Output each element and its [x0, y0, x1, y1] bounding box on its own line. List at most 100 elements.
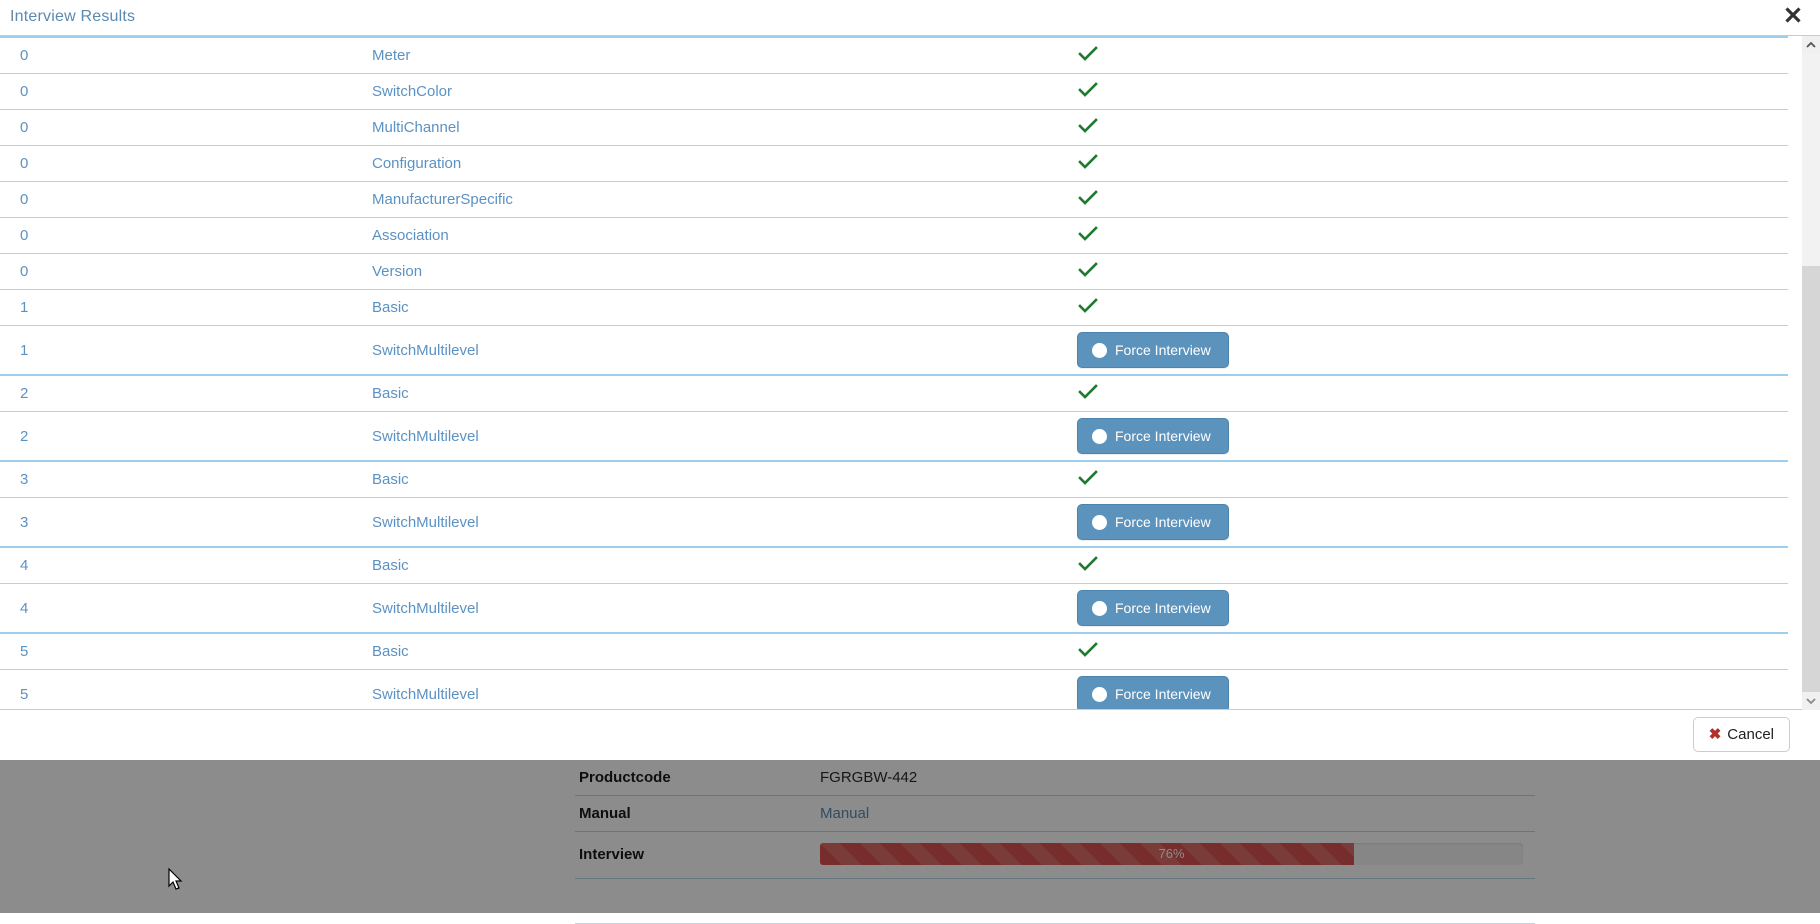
green-check-icon: [1078, 261, 1098, 282]
status-cell: [1077, 633, 1788, 670]
force-interview-button[interactable]: Force Interview: [1077, 504, 1229, 540]
green-check-icon: [1078, 297, 1098, 318]
force-interview-button-label: Force Interview: [1115, 514, 1211, 530]
status-cell: [1077, 547, 1788, 584]
table-row: 0 MultiChannel: [0, 109, 1788, 146]
green-check-icon: [1078, 153, 1098, 174]
commandclass-cell: Meter: [372, 37, 1077, 74]
force-interview-button[interactable]: Force Interview: [1077, 418, 1229, 454]
endpoint-cell: 0: [0, 217, 372, 254]
spinner-circle-icon: [1092, 342, 1107, 358]
status-cell: Force Interview: [1077, 325, 1788, 376]
table-row: 2 SwitchMultilevel Force Interview: [0, 411, 1788, 462]
commandclass-cell: Basic: [372, 375, 1077, 412]
status-cell: Force Interview: [1077, 669, 1788, 709]
status-cell: [1077, 109, 1788, 146]
status-cell: [1077, 289, 1788, 326]
chevron-up-icon[interactable]: [1802, 36, 1820, 54]
page-title: Interview Results: [10, 8, 136, 25]
table-row: 0 SwitchColor: [0, 73, 1788, 110]
endpoint-cell: 4: [0, 547, 372, 584]
endpoint-cell: 3: [0, 497, 372, 548]
endpoint-cell: 1: [0, 289, 372, 326]
spinner-circle-icon: [1092, 600, 1107, 616]
commandclass-cell: Version: [372, 253, 1077, 290]
table-row: 0 Meter: [0, 37, 1788, 74]
status-cell: [1077, 217, 1788, 254]
interview-results-table: 0 Meter 0 SwitchColor 0 MultiChannel 0 Configur…: [0, 36, 1788, 709]
commandclass-cell: Basic: [372, 289, 1077, 326]
endpoint-cell: 1: [0, 325, 372, 376]
table-row: 4 Basic: [0, 547, 1788, 584]
interview-results-scroll-area[interactable]: 0 Meter 0 SwitchColor 0 MultiChannel 0 Configur…: [0, 36, 1820, 710]
commandclass-cell: MultiChannel: [372, 109, 1077, 146]
cancel-button[interactable]: ✖ Cancel: [1692, 717, 1790, 752]
green-check-icon: [1078, 383, 1098, 404]
commandclass-cell: SwitchColor: [372, 73, 1077, 110]
red-x-icon: ✖: [1708, 726, 1722, 743]
commandclass-cell: Configuration: [372, 145, 1077, 182]
commandclass-cell: SwitchMultilevel: [372, 325, 1077, 376]
green-check-icon: [1078, 641, 1098, 662]
spinner-circle-icon: [1092, 428, 1107, 444]
spinner-circle-icon: [1092, 686, 1107, 702]
table-row: 0 ManufacturerSpecific: [0, 181, 1788, 218]
commandclass-cell: ManufacturerSpecific: [372, 181, 1077, 218]
modal-scrollbar[interactable]: [1802, 36, 1820, 710]
green-check-icon: [1078, 189, 1098, 210]
status-cell: [1077, 253, 1788, 290]
endpoint-cell: 5: [0, 669, 372, 709]
table-row: 1 Basic: [0, 289, 1788, 326]
force-interview-button[interactable]: Force Interview: [1077, 332, 1229, 368]
green-check-icon: [1078, 225, 1098, 246]
green-check-icon: [1078, 469, 1098, 490]
green-check-icon: [1078, 81, 1098, 102]
interview-results-modal: Interview Results 0 Meter 0 SwitchColor 0 Mul…: [0, 0, 1820, 760]
status-cell: [1077, 181, 1788, 218]
commandclass-cell: Basic: [372, 461, 1077, 498]
force-interview-button-label: Force Interview: [1115, 428, 1211, 444]
table-row: 0 Version: [0, 253, 1788, 290]
table-row: 0 Configuration: [0, 145, 1788, 182]
endpoint-cell: 0: [0, 73, 372, 110]
commandclass-cell: Association: [372, 217, 1077, 254]
force-interview-button-label: Force Interview: [1115, 342, 1211, 358]
status-cell: [1077, 37, 1788, 74]
cancel-button-label: Cancel: [1727, 726, 1774, 743]
status-cell: [1077, 73, 1788, 110]
endpoint-cell: 0: [0, 253, 372, 290]
status-cell: [1077, 461, 1788, 498]
endpoint-cell: 0: [0, 109, 372, 146]
close-icon[interactable]: [1780, 2, 1806, 28]
endpoint-cell: 2: [0, 375, 372, 412]
table-row: 2 Basic: [0, 375, 1788, 412]
endpoint-cell: 2: [0, 411, 372, 462]
spinner-circle-icon: [1092, 514, 1107, 530]
force-interview-button-label: Force Interview: [1115, 686, 1211, 702]
table-row: 4 SwitchMultilevel Force Interview: [0, 583, 1788, 634]
status-cell: [1077, 145, 1788, 182]
commandclass-cell: SwitchMultilevel: [372, 669, 1077, 709]
endpoint-cell: 5: [0, 633, 372, 670]
commandclass-cell: Basic: [372, 547, 1077, 584]
commandclass-cell: SwitchMultilevel: [372, 583, 1077, 634]
status-cell: [1077, 375, 1788, 412]
status-cell: Force Interview: [1077, 411, 1788, 462]
modal-footer: ✖ Cancel: [0, 710, 1820, 760]
force-interview-button[interactable]: Force Interview: [1077, 676, 1229, 709]
commandclass-cell: Basic: [372, 633, 1077, 670]
table-row: 5 SwitchMultilevel Force Interview: [0, 669, 1788, 709]
endpoint-cell: 0: [0, 181, 372, 218]
force-interview-button[interactable]: Force Interview: [1077, 590, 1229, 626]
table-row: 3 SwitchMultilevel Force Interview: [0, 497, 1788, 548]
commandclass-cell: SwitchMultilevel: [372, 497, 1077, 548]
scrollbar-thumb[interactable]: [1802, 54, 1820, 266]
table-row: 1 SwitchMultilevel Force Interview: [0, 325, 1788, 376]
green-check-icon: [1078, 117, 1098, 138]
force-interview-button-label: Force Interview: [1115, 600, 1211, 616]
commandclass-cell: SwitchMultilevel: [372, 411, 1077, 462]
table-row: 3 Basic: [0, 461, 1788, 498]
endpoint-cell: 3: [0, 461, 372, 498]
chevron-down-icon[interactable]: [1802, 692, 1820, 710]
status-cell: Force Interview: [1077, 583, 1788, 634]
